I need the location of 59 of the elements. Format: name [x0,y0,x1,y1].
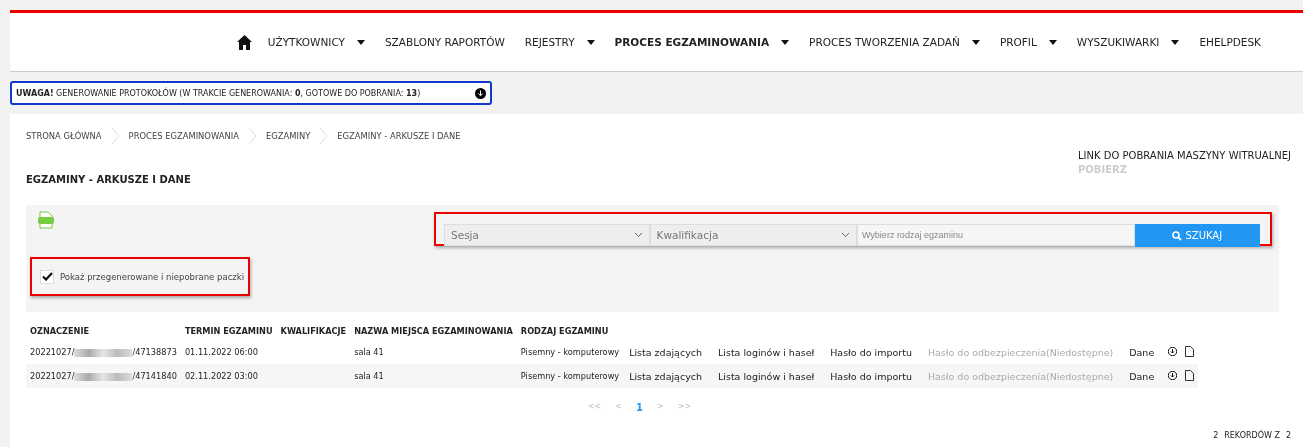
action-link[interactable]: Lista zdających [623,340,712,364]
check-icon [41,272,53,281]
checkbox-label: Pokaż przegenerowane i niepobrane paczki [60,271,245,282]
redaction-blur [74,372,133,381]
nav-item[interactable]: PROCES EGZAMINOWANIA [614,36,790,48]
nav-item[interactable]: PROFIL [999,36,1057,48]
download-icon[interactable] [1168,346,1178,356]
chevron-icon [633,232,643,238]
column-header: OZNACZENIE [29,325,91,338]
table-cell: 01.11.2022 06:00 [180,340,277,364]
column-header: TERMIN EGZAMINU [183,325,274,338]
search-icon [1172,230,1183,241]
action-link[interactable]: Lista loginów i haseł [712,340,825,364]
download-icon[interactable] [1168,370,1178,380]
qualification-select[interactable]: Kwalifikacja [649,224,857,246]
nav-item[interactable]: EHELPDESK [1199,36,1261,48]
action-link[interactable]: Lista loginów i haseł [712,364,825,388]
breadcrumb-link[interactable]: STRONA GŁÓWNA [26,131,102,141]
home-icon[interactable] [236,34,252,50]
record-total: 2 [1285,431,1291,440]
records-label: REKORDÓW Z [1224,431,1280,440]
vm-link-label: LINK DO POBRANIA MASZYNY WITRUALNEJ [1078,150,1291,161]
breadcrumb-separator-icon [320,128,328,144]
column-header: KWALIFIKACJE [279,325,348,338]
action-link[interactable]: Dane [1123,340,1165,364]
breadcrumb-link[interactable]: EGZAMINY - ARKUSZE I DANE [337,131,461,141]
record-count: 2 [1213,431,1219,440]
action-link[interactable]: Hasło do importu [824,340,922,364]
chevron-icon [840,232,850,238]
nav-item[interactable]: REJESTRY [524,36,595,48]
page-title: EGZAMINY - ARKUSZE I DANE [26,174,191,185]
table-cell: sala 41 [350,340,517,364]
action-link[interactable]: Hasło do importu [824,364,922,388]
checkbox[interactable] [40,269,54,284]
exam-type-field[interactable]: Wybierz rodzaj egzaminu [856,224,1135,246]
nav-item[interactable]: UŻYTKOWNICY [267,36,365,48]
notice-text: UWAGA! GENEROWANIE PROTOKOŁÓW (W TRAKCIE GENEROWANIA: 0, GOTOWE DO POBRANIA: 13) [16,88,421,98]
breadcrumb-separator-icon [111,128,119,144]
table-cell: sala 41 [350,364,517,388]
column-header: NAZWA MIEJSCA EGZAMINOWANIA [353,325,514,338]
column-header: RODZAJ EGZAMINU [519,325,610,338]
table-cell: Pisemny - komputerowy [516,364,624,388]
action-link[interactable]: Lista zdających [623,364,712,388]
nav-item[interactable]: SZABLONY RAPORTÓW [384,36,505,48]
action-link[interactable]: Dane [1123,364,1165,388]
session-select[interactable]: Sesja [444,224,650,246]
breadcrumb-link[interactable]: EGZAMINY [266,131,311,141]
breadcrumb-separator-icon [249,128,256,144]
nav-item[interactable]: PROCES TWORZENIA ZADAŃ [809,36,980,48]
table-cell: 20221027/ /47141840 [26,364,181,388]
download-icon[interactable] [475,87,486,99]
redaction-blur [74,348,133,357]
table-cell: 02.11.2022 03:00 [180,364,277,388]
breadcrumb-link[interactable]: PROCES EGZAMINOWANIA [128,131,239,141]
nav-item[interactable]: WYSZUKIWARKI [1076,36,1180,48]
table-cell: Pisemny - komputerowy [516,340,624,364]
table-cell: 20221027/ /47138873 [26,340,181,364]
file-icon[interactable] [1185,369,1195,381]
file-icon[interactable] [1185,345,1195,357]
